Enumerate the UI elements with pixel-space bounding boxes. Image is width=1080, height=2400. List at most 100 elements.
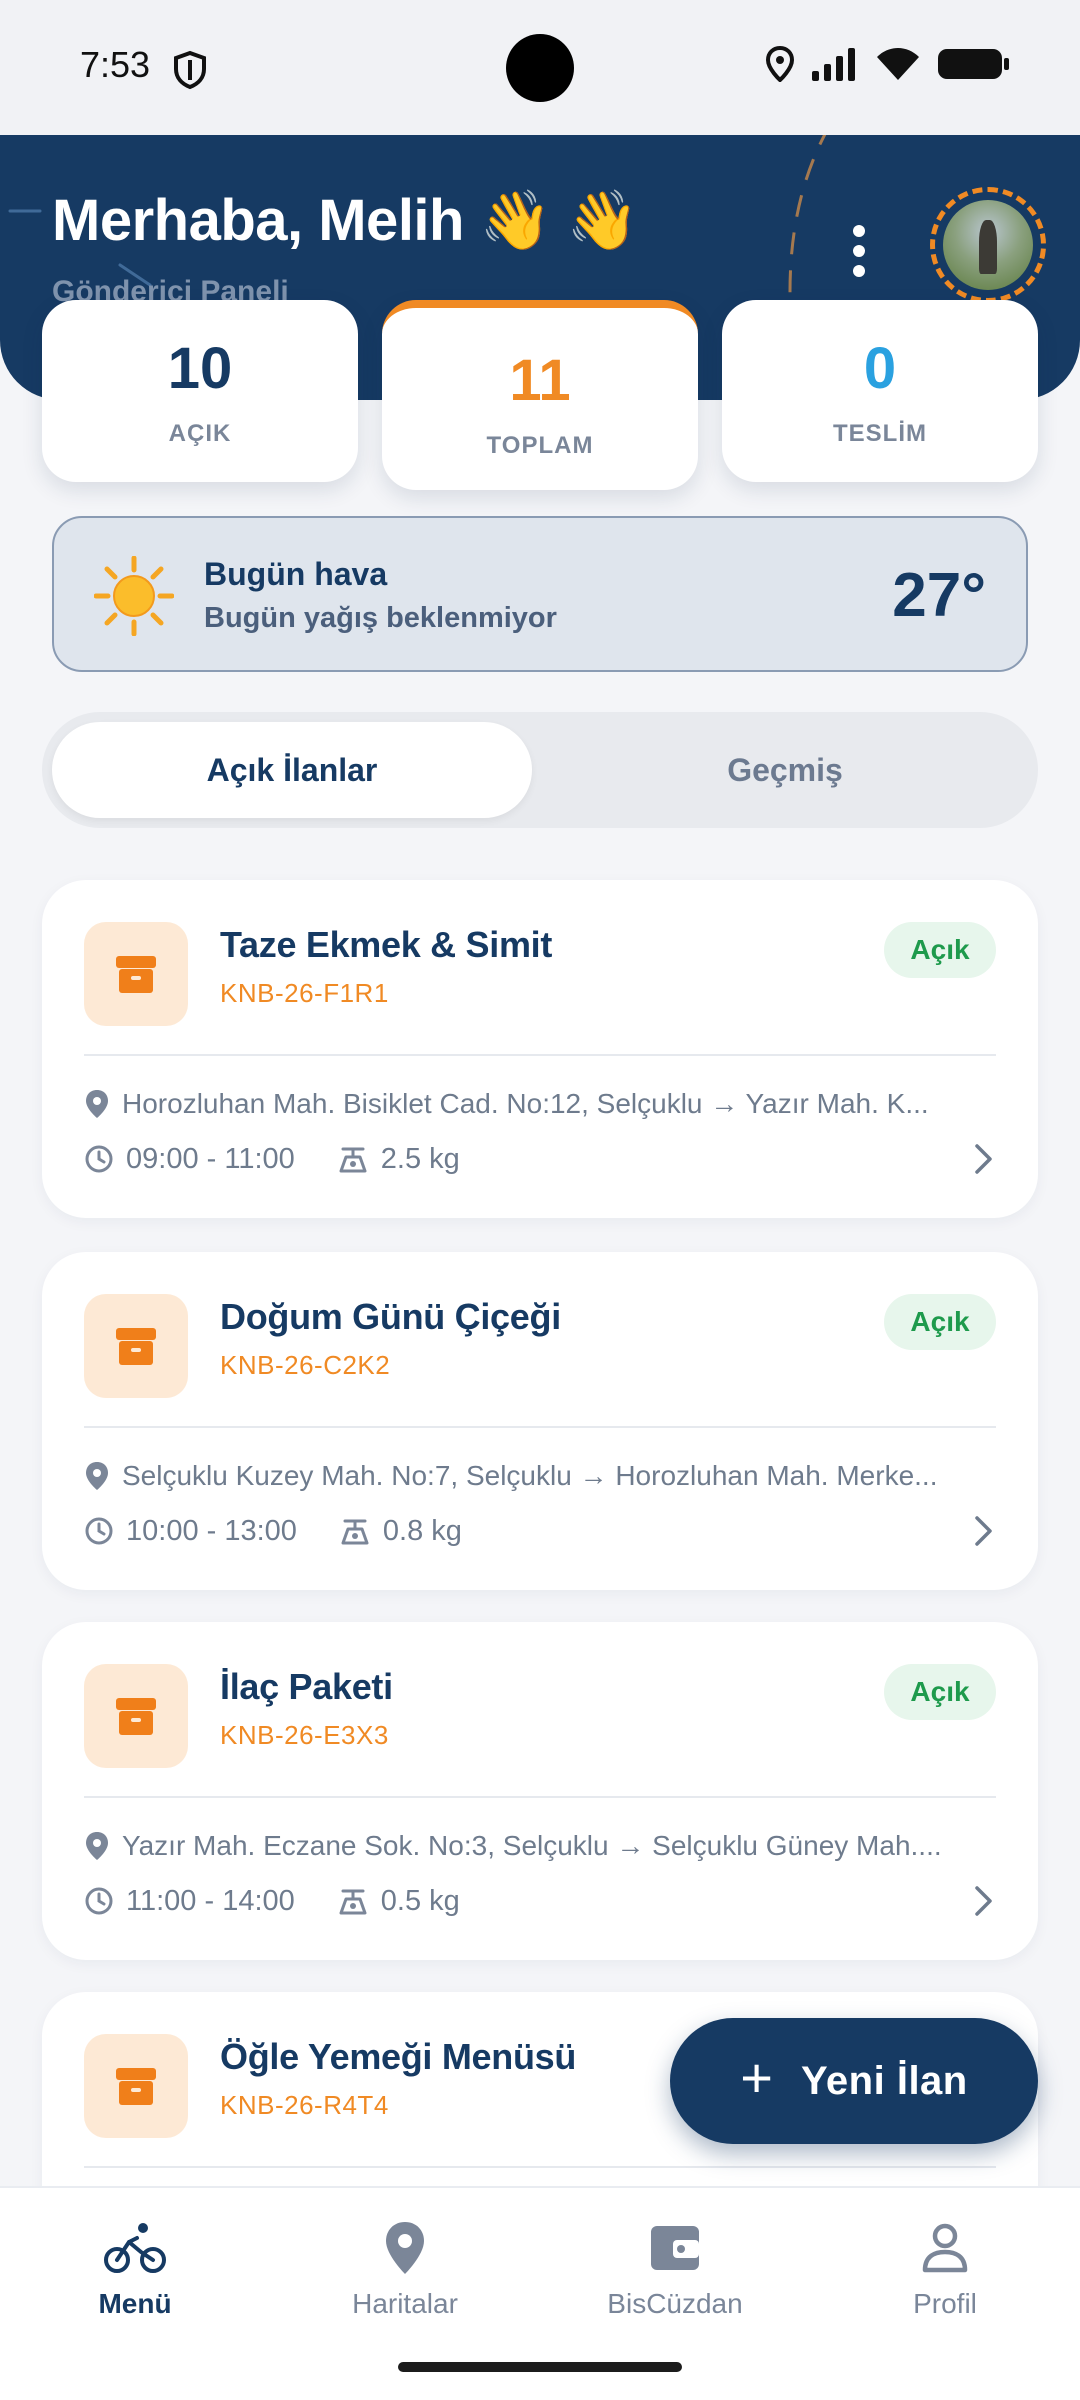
weather-temperature: 27°: [892, 561, 986, 630]
listing-card[interactable]: İlaç Paketi KNB-26-E3X3 Açık Yazır Mah. …: [42, 1622, 1038, 1960]
chevron-right-icon[interactable]: [972, 1514, 996, 1548]
nav-item-wallet[interactable]: BisCüzdan: [575, 2216, 775, 2320]
status-badge: Açık: [884, 1664, 996, 1720]
clock-icon: [85, 1887, 113, 1915]
stat-open-label: AÇIK: [168, 420, 232, 447]
tab-open-listings[interactable]: Açık İlanlar: [52, 722, 532, 818]
camera-cutout: [506, 34, 574, 102]
listing-route-text: Yazır Mah. Eczane Sok. No:3, Selçuklu → …: [122, 1830, 942, 1861]
nav-item-menu[interactable]: Menü: [35, 2216, 235, 2320]
card-divider: [84, 1796, 996, 1798]
location-pin-icon: [86, 1832, 108, 1860]
scale-icon: [341, 1519, 369, 1545]
listing-route: Selçuklu Kuzey Mah. No:7, Selçuklu → Hor…: [84, 1456, 996, 1496]
status-time: 7:53: [80, 44, 151, 85]
app-screen: 7:53 Merhaba, Melih 👋 👋 Gönderici Paneli…: [0, 0, 1080, 2400]
clock-icon: [85, 1517, 113, 1545]
sun-icon: [94, 556, 174, 636]
listing-title: İlaç Paketi: [220, 1666, 393, 1707]
listing-weight-text: 0.5 kg: [380, 1884, 460, 1917]
listing-time: 11:00 - 14:00: [126, 1884, 295, 1917]
listing-title: Taze Ekmek & Simit: [220, 924, 553, 965]
card-divider: [84, 2166, 996, 2168]
map-pin-icon: [386, 2222, 424, 2274]
location-pin-icon: [86, 1090, 108, 1118]
avatar: [943, 200, 1033, 290]
stat-card-delivered[interactable]: 0 TESLİM: [722, 300, 1038, 482]
plus-icon: +: [740, 2046, 773, 2109]
card-divider: [84, 1426, 996, 1428]
wallet-icon: [651, 2226, 699, 2270]
listing-title: Öğle Yemeği Menüsü: [220, 2036, 577, 2077]
status-icons: [766, 46, 1010, 82]
listing-code: KNB-26-R4T4: [220, 2090, 389, 2120]
location-icon: [766, 46, 794, 82]
more-options-icon[interactable]: [844, 223, 874, 279]
nav-label-maps: Haritalar: [352, 2288, 458, 2319]
listing-card[interactable]: Doğum Günü Çiçeği KNB-26-C2K2 Açık Selçu…: [42, 1252, 1038, 1590]
listing-weight: 0.5 kg: [337, 1885, 460, 1918]
weather-description: Bugün yağış beklenmiyor: [204, 602, 557, 634]
listing-weight: 0.8 kg: [339, 1515, 462, 1548]
nav-label-menu: Menü: [98, 2288, 172, 2319]
nav-item-profile[interactable]: Profil: [845, 2216, 1045, 2320]
status-badge: Açık: [884, 1294, 996, 1350]
listing-route: Horozluhan Mah. Bisiklet Cad. No:12, Sel…: [84, 1084, 996, 1124]
chevron-right-icon[interactable]: [972, 1884, 996, 1918]
listing-weight: 2.5 kg: [337, 1143, 460, 1176]
avatar-person: [979, 219, 997, 274]
greeting: Merhaba, Melih 👋 👋: [52, 188, 639, 253]
shield-icon: [174, 50, 206, 90]
listing-code: KNB-26-C2K2: [220, 1350, 391, 1380]
listing-weight-text: 0.8 kg: [382, 1514, 462, 1547]
stat-total-value: 11: [509, 348, 571, 413]
new-listing-label: Yeni İlan: [800, 2058, 968, 2103]
package-icon: [84, 2034, 188, 2138]
avatar-button[interactable]: [930, 187, 1046, 303]
nav-label-wallet: BisCüzdan: [607, 2288, 743, 2319]
new-listing-button[interactable]: + Yeni İlan: [670, 2018, 1038, 2144]
listing-route-text: Horozluhan Mah. Bisiklet Cad. No:12, Sel…: [122, 1088, 929, 1119]
signal-icon: [812, 48, 855, 81]
listing-meta: 11:00 - 14:00 0.5 kg: [84, 1880, 996, 1922]
nav-label-profile: Profil: [913, 2288, 977, 2319]
listing-meta: 10:00 - 13:00 0.8 kg: [84, 1510, 996, 1552]
listing-tabs: Açık İlanlar Geçmiş: [42, 712, 1038, 828]
bike-icon: [104, 2223, 166, 2273]
battery-icon: [938, 49, 1009, 79]
stat-open-value: 10: [167, 336, 233, 401]
package-icon: [84, 922, 188, 1026]
listing-route-text: Selçuklu Kuzey Mah. No:7, Selçuklu → Hor…: [122, 1460, 938, 1491]
weather-title: Bugün hava: [204, 556, 388, 592]
listing-card[interactable]: Taze Ekmek & Simit KNB-26-F1R1 Açık Horo…: [42, 880, 1038, 1218]
stat-delivered-label: TESLİM: [833, 420, 927, 447]
scale-icon: [339, 1147, 367, 1173]
nav-item-maps[interactable]: Haritalar: [305, 2216, 505, 2320]
stat-card-total[interactable]: 11 TOPLAM: [382, 300, 698, 490]
listing-title: Doğum Günü Çiçeği: [220, 1296, 561, 1337]
listing-route: Yazır Mah. Eczane Sok. No:3, Selçuklu → …: [84, 1826, 996, 1866]
listing-time: 09:00 - 11:00: [126, 1142, 295, 1175]
status-bar: 7:53: [0, 0, 1080, 135]
stat-total-label: TOPLAM: [486, 432, 594, 459]
status-badge: Açık: [884, 922, 996, 978]
clock-icon: [85, 1145, 113, 1173]
listing-time: 10:00 - 13:00: [126, 1514, 297, 1547]
location-pin-icon: [86, 1462, 108, 1490]
listing-weight-text: 2.5 kg: [380, 1142, 460, 1175]
listing-code: KNB-26-F1R1: [220, 978, 389, 1008]
wifi-icon: [877, 48, 919, 80]
weather-card: Bugün hava Bugün yağış beklenmiyor 27°: [52, 516, 1028, 672]
stat-card-open[interactable]: 10 AÇIK: [42, 300, 358, 482]
card-divider: [84, 1054, 996, 1056]
stat-delivered-value: 0: [863, 336, 897, 401]
listing-code: KNB-26-E3X3: [220, 1720, 389, 1750]
listing-meta: 09:00 - 11:00 2.5 kg: [84, 1138, 996, 1180]
tab-history[interactable]: Geçmiş: [542, 722, 1028, 818]
profile-icon: [922, 2223, 968, 2273]
home-indicator[interactable]: [398, 2362, 682, 2372]
chevron-right-icon[interactable]: [972, 1142, 996, 1176]
package-icon: [84, 1294, 188, 1398]
scale-icon: [339, 1889, 367, 1915]
package-icon: [84, 1664, 188, 1768]
